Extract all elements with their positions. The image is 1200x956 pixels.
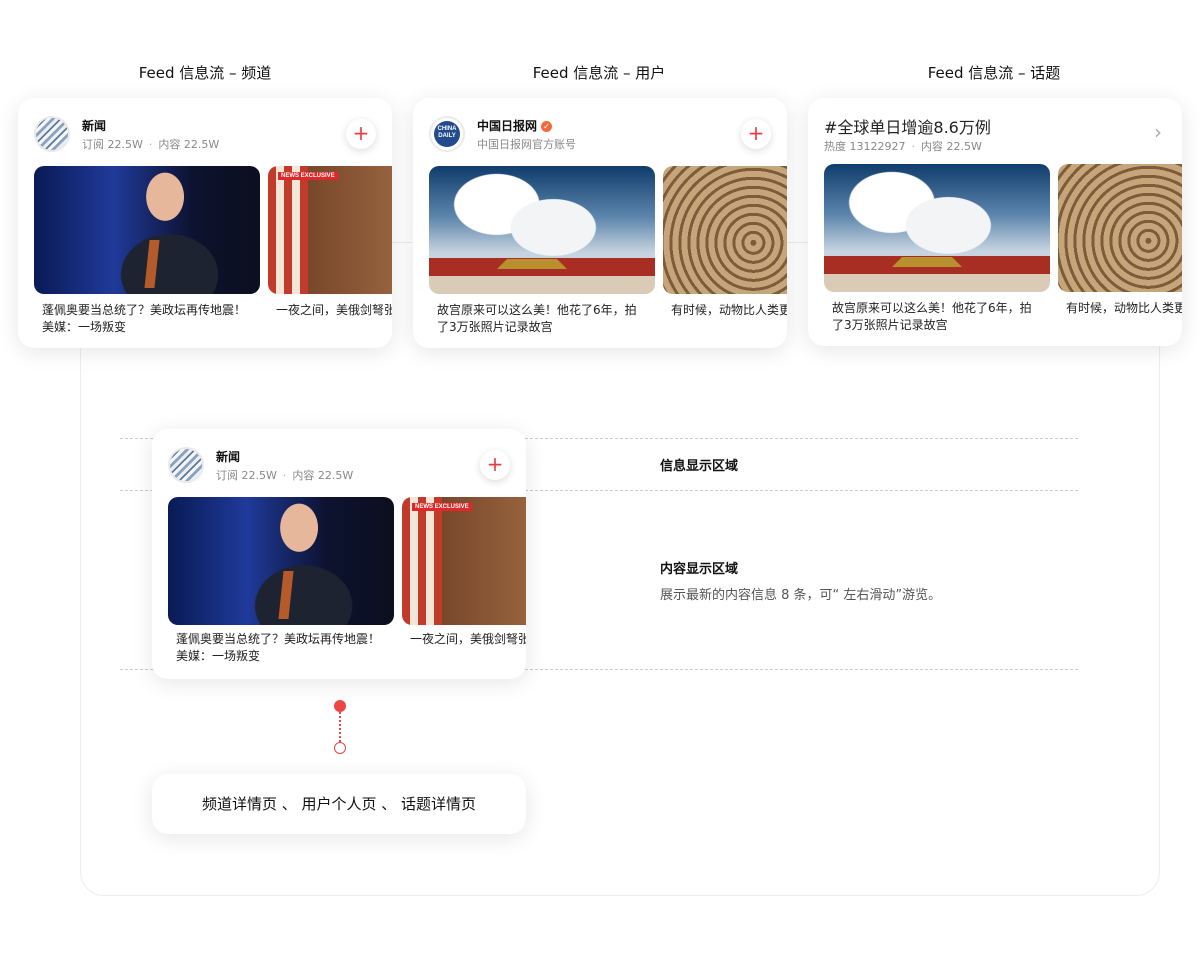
news-thumbnail[interactable]: NEWS EXCLUSIVE <box>402 497 526 625</box>
news-thumbnail[interactable] <box>34 166 260 294</box>
connector-start-dot <box>334 700 346 712</box>
info-area-label: 信息显示区域 <box>660 459 739 474</box>
user-description: 中国日报网官方账号 <box>477 138 576 151</box>
content-count: 内容 22.5W <box>292 469 354 482</box>
feed-card-annotated[interactable]: 新闻 订阅 22.5W · 内容 22.5W + NEWS EXCLUSIVE 蓬佩… <box>152 429 526 679</box>
news-caption[interactable]: 蓬佩奥要当总统了？美政坛再传地震！美媒：一场叛变 <box>176 631 386 665</box>
user-name: 中国日报网 ✓ <box>477 117 553 134</box>
card-header: CHINA DAILY 中国日报网 ✓ 中国日报网官方账号 + <box>429 116 771 156</box>
channel-stats: 订阅 22.5W · 内容 22.5W <box>82 136 219 152</box>
subscriber-count: 订阅 22.5W <box>82 138 143 151</box>
card-header: 新闻 订阅 22.5W · 内容 22.5W + <box>34 116 376 156</box>
follow-button[interactable]: + <box>480 450 510 480</box>
content-area-description: 展示最新的内容信息 8 条，可“ 左右滑动”游览。 <box>660 588 942 603</box>
news-thumbnail[interactable] <box>168 497 394 625</box>
topic-stats: 热度 13122927 · 内容 22.5W <box>824 138 982 154</box>
content-count: 内容 22.5W <box>921 140 982 153</box>
news-caption[interactable]: 一夜之间，美俄剑弩张 <box>276 302 392 319</box>
news-caption[interactable]: 故宫原来可以这么美！他花了6年，拍了3万张照片记录故宫 <box>437 302 647 336</box>
feed-card-user[interactable]: CHINA DAILY 中国日报网 ✓ 中国日报网官方账号 + 故宫原来可以这么美… <box>413 98 787 348</box>
channel-name: 新闻 <box>216 450 241 464</box>
china-daily-logo: CHINA DAILY <box>434 121 460 147</box>
news-exclusive-tag: NEWS EXCLUSIVE <box>412 503 472 511</box>
destination-pages: 频道详情页 、 用户个人页 、 话题详情页 <box>152 774 526 834</box>
subscriber-count: 订阅 22.5W <box>216 469 277 482</box>
news-thumbnail[interactable] <box>824 164 1050 292</box>
separator-dot: · <box>282 469 287 482</box>
news-thumbnail[interactable] <box>429 166 655 294</box>
connector-end-dot <box>334 742 346 754</box>
news-caption[interactable]: 故宫原来可以这么美！他花了6年，拍了3万张照片记录故宫 <box>832 300 1042 334</box>
channel-stats: 订阅 22.5W · 内容 22.5W <box>216 467 353 483</box>
news-thumbnail[interactable] <box>663 166 787 294</box>
channel-name: 新闻 <box>82 119 107 133</box>
news-exclusive-tag: NEWS EXCLUSIVE <box>278 172 338 180</box>
user-name-text: 中国日报网 <box>477 119 538 133</box>
feed-card-topic[interactable]: #全球单日增逾8.6万例 热度 13122927 · 内容 22.5W › 故宫原来… <box>808 98 1182 346</box>
column-title-user: Feed 信息流 – 用户 <box>532 64 666 82</box>
column-title-topic: Feed 信息流 – 话题 <box>927 64 1061 82</box>
content-count: 内容 22.5W <box>158 138 220 151</box>
separator-dot: · <box>911 140 916 153</box>
news-caption[interactable]: 有时候，动物比人类更 <box>671 302 787 319</box>
separator-dot: · <box>148 138 153 151</box>
content-area-label: 内容显示区域 <box>660 562 739 577</box>
card-header: 新闻 订阅 22.5W · 内容 22.5W + <box>168 447 510 487</box>
follow-button[interactable]: + <box>346 119 376 149</box>
channel-avatar[interactable] <box>34 116 70 152</box>
news-caption[interactable]: 一夜之间，美俄剑弩张 <box>410 631 526 648</box>
connector-line <box>339 712 341 742</box>
topic-title[interactable]: #全球单日增逾8.6万例 <box>824 114 991 138</box>
news-thumbnail[interactable] <box>1058 164 1182 292</box>
news-caption[interactable]: 蓬佩奥要当总统了？美政坛再传地震！美媒：一场叛变 <box>42 302 252 336</box>
chevron-right-icon[interactable]: › <box>1154 120 1162 144</box>
channel-avatar[interactable] <box>168 447 204 483</box>
follow-button[interactable]: + <box>741 119 771 149</box>
news-caption[interactable]: 有时候，动物比人类更 <box>1066 300 1182 317</box>
verified-icon: ✓ <box>541 121 553 132</box>
column-title-channel: Feed 信息流 – 频道 <box>138 64 272 82</box>
news-thumbnail[interactable]: NEWS EXCLUSIVE <box>268 166 392 294</box>
feed-card-channel[interactable]: 新闻 订阅 22.5W · 内容 22.5W + NEWS EXCLUSIVE 蓬佩… <box>18 98 392 348</box>
user-avatar[interactable]: CHINA DAILY <box>429 116 465 152</box>
heat-count: 热度 13122927 <box>824 140 906 153</box>
